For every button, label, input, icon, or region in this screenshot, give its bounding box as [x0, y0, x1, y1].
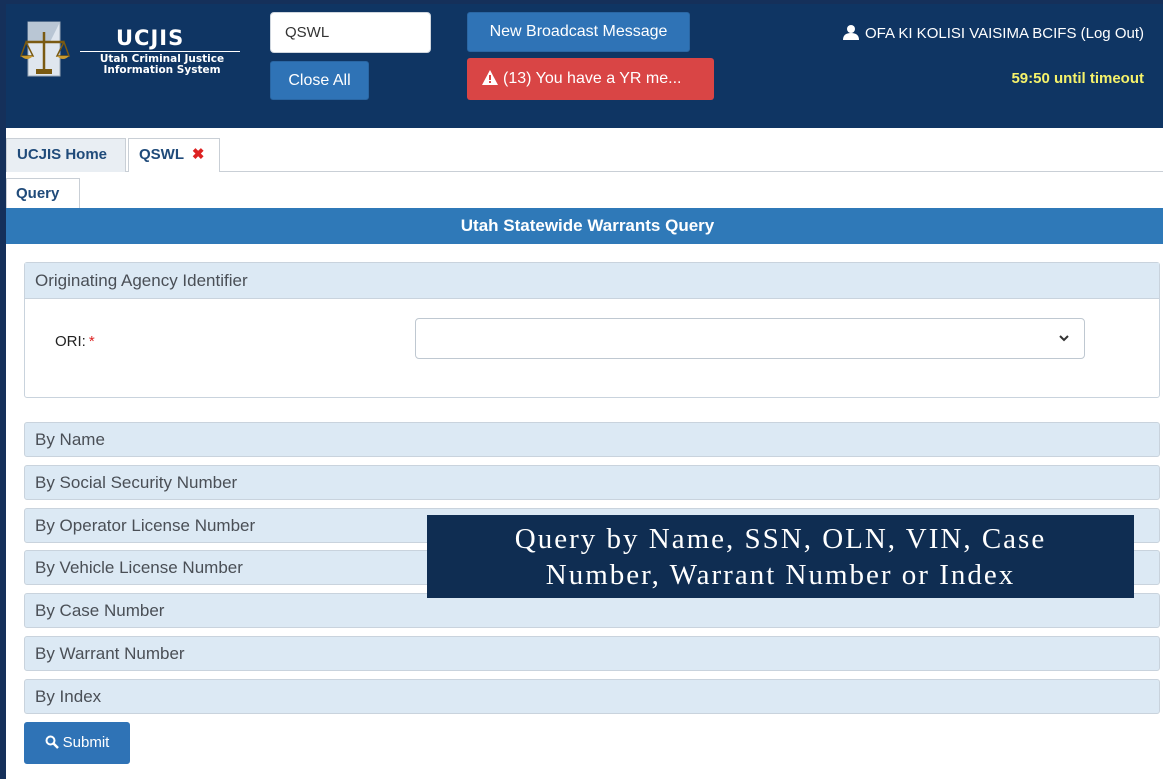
originating-agency-panel: Originating Agency Identifier ORI: * — [24, 262, 1160, 398]
close-all-button[interactable]: Close All — [270, 61, 369, 100]
section-by-name[interactable]: By Name — [24, 422, 1160, 457]
tab-qswl-label: QSWL — [139, 146, 184, 163]
session-timeout-text: 59:50 until timeout — [1011, 70, 1144, 87]
submit-button[interactable]: Submit — [24, 722, 130, 764]
section-by-warrant-number[interactable]: By Warrant Number — [24, 636, 1160, 671]
ori-label-text: ORI: — [55, 333, 86, 350]
logo-title: UCJIS — [116, 26, 185, 50]
page-title: Utah Statewide Warrants Query — [6, 208, 1163, 244]
tab-ucjis-home[interactable]: UCJIS Home — [6, 138, 126, 172]
close-icon[interactable]: ✖ — [192, 146, 205, 163]
new-broadcast-message-button[interactable]: New Broadcast Message — [467, 12, 690, 52]
tab-qswl[interactable]: QSWL ✖ — [128, 138, 220, 173]
scales-of-justice-icon — [20, 21, 70, 77]
submit-label: Submit — [62, 734, 110, 751]
section-by-index[interactable]: By Index — [24, 679, 1160, 714]
tab-query[interactable]: Query — [6, 178, 80, 209]
user-logout-label: OFA KI KOLISI VAISIMA BCIFS (Log Out) — [865, 25, 1144, 42]
chevron-down-icon — [1059, 335, 1069, 342]
logo-divider — [80, 51, 240, 52]
search-icon — [45, 735, 59, 749]
main-tab-bar: UCJIS Home QSWL ✖ — [6, 128, 1163, 173]
user-icon — [843, 25, 859, 40]
sub-tab-bar: Query — [6, 172, 1163, 209]
message-alert-button[interactable]: (13) You have a YR me... — [467, 58, 714, 100]
message-alert-label: (13) You have a YR me... — [503, 70, 682, 87]
ucjis-logo[interactable]: UCJIS Utah Criminal Justice Information … — [20, 20, 242, 80]
user-logout-link[interactable]: OFA KI KOLISI VAISIMA BCIFS (Log Out) — [843, 25, 1144, 42]
header: UCJIS Utah Criminal Justice Information … — [6, 4, 1163, 128]
ori-label: ORI: * — [55, 333, 95, 350]
section-by-case-number[interactable]: By Case Number — [24, 593, 1160, 628]
logo-subtitle-line-2: Information System — [103, 64, 221, 76]
ori-select[interactable] — [415, 318, 1085, 359]
caption-line-1: Query by Name, SSN, OLN, VIN, Case — [514, 523, 1047, 555]
transaction-search-input[interactable] — [270, 12, 431, 53]
tab-ucjis-home-label: UCJIS Home — [17, 146, 108, 163]
required-marker: * — [88, 333, 95, 350]
app-frame: UCJIS Utah Criminal Justice Information … — [6, 4, 1163, 779]
caption-line-2: Number, Warrant Number or Index — [545, 559, 1016, 591]
warning-triangle-icon — [482, 70, 498, 85]
section-by-ssn[interactable]: By Social Security Number — [24, 465, 1160, 500]
caption-overlay: Query by Name, SSN, OLN, VIN, Case Numbe… — [427, 515, 1134, 598]
logo-subtitle: Utah Criminal Justice Information System — [80, 54, 244, 76]
originating-agency-heading: Originating Agency Identifier — [25, 263, 1159, 299]
